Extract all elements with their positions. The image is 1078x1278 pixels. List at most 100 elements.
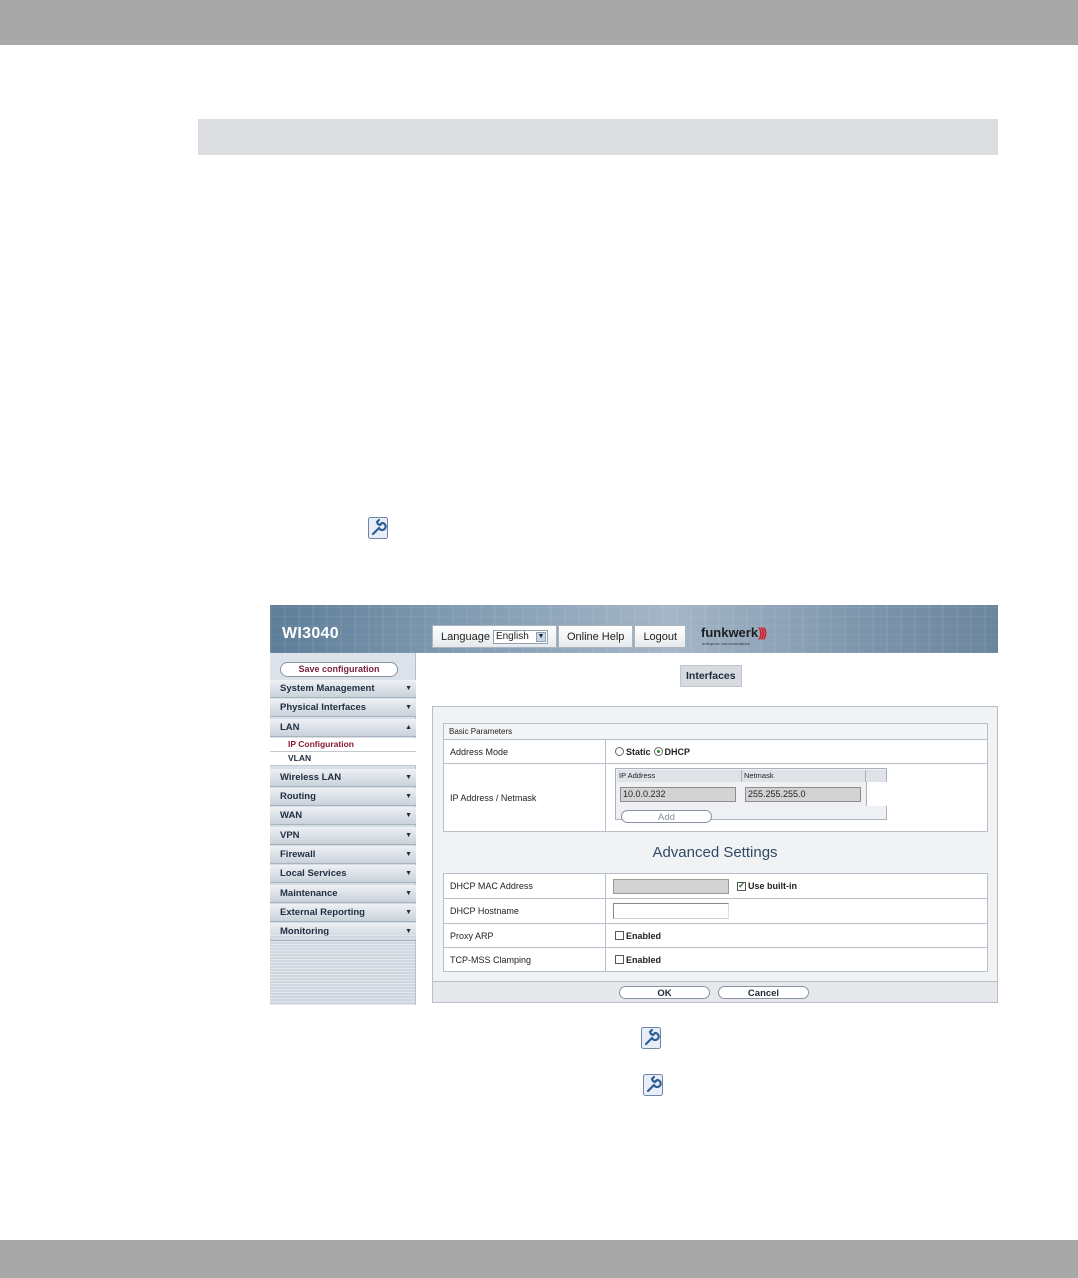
netmask-column-header: Netmask: [742, 770, 866, 782]
sidebar-item-firewall[interactable]: Firewall ▼: [270, 846, 416, 865]
ok-button[interactable]: OK: [619, 986, 710, 999]
dhcp-mac-value: Use built-in: [606, 874, 987, 898]
sidebar: Save configuration System Management ▼ Ph…: [270, 653, 416, 1005]
tcp-mss-checkbox[interactable]: [615, 955, 624, 964]
sidebar-item-physical-interfaces[interactable]: Physical Interfaces ▼: [270, 699, 416, 718]
sidebar-item-label: Wireless LAN: [280, 771, 342, 783]
top-navigation: Language English ▼ Online Help Logout: [432, 625, 687, 648]
tcp-mss-label: TCP-MSS Clamping: [444, 948, 606, 971]
sidebar-item-label: Routing: [280, 791, 316, 803]
cancel-button[interactable]: Cancel: [718, 986, 809, 999]
device-screenshot: WI3040 Language English ▼ Online Help Lo…: [270, 605, 998, 1005]
wrench-icon: [641, 1027, 661, 1049]
sidebar-item-external-reporting[interactable]: External Reporting ▼: [270, 903, 416, 922]
chevron-down-icon: ▼: [405, 908, 412, 916]
sidebar-item-label: LAN: [280, 721, 300, 733]
sidebar-subitem-vlan[interactable]: VLAN: [270, 751, 416, 766]
interface-form-panel: Basic Parameters Address Mode Static DHC…: [432, 706, 998, 1003]
section-header-bar: [198, 119, 998, 155]
dhcp-hostname-input[interactable]: [613, 903, 729, 919]
chevron-down-icon: ▼: [405, 685, 412, 692]
chevron-down-icon: ▼: [405, 889, 412, 897]
basic-parameters-table: Basic Parameters Address Mode Static DHC…: [443, 723, 988, 832]
chevron-down-icon: ▼: [405, 704, 412, 712]
brand-logo: funkwerk))): [701, 625, 767, 640]
sidebar-item-routing[interactable]: Routing ▼: [270, 788, 416, 807]
dhcp-radio[interactable]: [653, 747, 663, 756]
sidebar-item-label: Maintenance: [280, 887, 338, 899]
sidebar-item-wireless-lan[interactable]: Wireless LAN ▼: [270, 768, 416, 787]
sidebar-item-label: VPN: [280, 829, 300, 841]
bottom-band: [0, 1240, 1078, 1278]
ip-address-column-header: IP Address: [617, 770, 742, 782]
wrench-icon: [368, 517, 388, 539]
chevron-up-icon: ▲: [405, 723, 412, 731]
chevron-down-icon[interactable]: ▼: [535, 631, 546, 642]
sidebar-item-label: External Reporting: [280, 906, 365, 918]
sidebar-item-system-management[interactable]: System Management ▼: [270, 680, 416, 698]
chevron-down-icon: ▼: [405, 793, 412, 801]
language-dropdown[interactable]: English ▼: [492, 629, 548, 644]
chevron-down-icon: ▼: [405, 831, 412, 839]
main-content: Interfaces Basic Parameters Address Mode…: [416, 653, 998, 1005]
logo-tagline: enterprise communications: [702, 641, 750, 646]
dhcp-radio-label: DHCP: [664, 746, 691, 757]
address-mode-row: Address Mode Static DHCP: [444, 740, 987, 764]
sidebar-item-monitoring[interactable]: Monitoring ▼: [270, 923, 416, 942]
language-label: Language: [441, 630, 490, 643]
chevron-down-icon: ▼: [405, 870, 412, 878]
tcp-mss-row: TCP-MSS Clamping Enabled: [444, 948, 987, 971]
chevron-down-icon: ▼: [405, 851, 412, 859]
dhcp-mac-label: DHCP MAC Address: [444, 874, 606, 898]
sidebar-item-label: Firewall: [280, 849, 316, 861]
static-radio-label: Static: [626, 746, 651, 757]
blank-column-header: [866, 770, 886, 782]
use-builtin-label: Use built-in: [748, 881, 797, 891]
proxy-arp-enabled-label: Enabled: [626, 930, 662, 941]
ip-netmask-value: IP Address Netmask 10.0.0.232 255.255.25…: [606, 764, 987, 831]
tab-interfaces[interactable]: Interfaces: [680, 665, 742, 687]
address-mode-options: Static DHCP: [606, 740, 987, 763]
wrench-icon: [643, 1074, 663, 1096]
proxy-arp-row: Proxy ARP Enabled: [444, 924, 987, 948]
basic-parameters-title: Basic Parameters: [444, 724, 987, 740]
ip-netmask-label: IP Address / Netmask: [444, 764, 606, 831]
advanced-settings-title: Advanced Settings: [652, 844, 778, 861]
address-mode-label: Address Mode: [444, 740, 606, 763]
proxy-arp-checkbox[interactable]: [615, 931, 624, 940]
row-action-cell: [866, 782, 887, 806]
static-radio[interactable]: [615, 747, 624, 756]
logo-text: funkwerk: [701, 625, 759, 640]
add-button[interactable]: Add: [621, 810, 712, 823]
proxy-arp-value: Enabled: [606, 924, 987, 947]
dhcp-mac-row: DHCP MAC Address Use built-in: [444, 874, 987, 899]
sidebar-item-vpn[interactable]: VPN ▼: [270, 826, 416, 845]
sidebar-item-wan[interactable]: WAN ▼: [270, 807, 416, 826]
language-value: English: [495, 631, 529, 642]
sidebar-item-maintenance[interactable]: Maintenance ▼: [270, 884, 416, 903]
netmask-input[interactable]: 255.255.255.0: [745, 787, 861, 802]
online-help-link[interactable]: Online Help: [557, 625, 634, 648]
use-builtin-checkbox[interactable]: [737, 880, 746, 891]
logo-waves-icon: ))): [758, 625, 767, 640]
sidebar-item-label: WAN: [280, 810, 303, 822]
language-selector[interactable]: Language English ▼: [432, 625, 557, 648]
sidebar-item-label: Physical Interfaces: [280, 702, 367, 714]
dhcp-hostname-row: DHCP Hostname: [444, 899, 987, 924]
dhcp-mac-input[interactable]: [613, 878, 729, 894]
logout-link[interactable]: Logout: [634, 625, 687, 648]
proxy-arp-label: Proxy ARP: [444, 924, 606, 947]
sidebar-item-label: Local Services: [280, 868, 347, 880]
sidebar-item-lan[interactable]: LAN ▲: [270, 718, 416, 737]
sidebar-menu: System Management ▼ Physical Interfaces ▼ …: [270, 680, 416, 943]
ip-netmask-row: IP Address / Netmask IP Address Netmask …: [444, 764, 987, 831]
ip-address-input[interactable]: 10.0.0.232: [620, 787, 736, 802]
app-header: WI3040 Language English ▼ Online Help Lo…: [270, 605, 998, 653]
form-footer: OK Cancel: [433, 981, 997, 1002]
tcp-mss-value: Enabled: [606, 948, 987, 971]
top-band: [0, 0, 1078, 45]
sidebar-subitem-ip-configuration[interactable]: IP Configuration: [270, 737, 416, 752]
sidebar-item-local-services[interactable]: Local Services ▼: [270, 865, 416, 884]
sidebar-item-label: Monitoring: [280, 926, 330, 938]
save-configuration-button[interactable]: Save configuration: [280, 662, 398, 677]
